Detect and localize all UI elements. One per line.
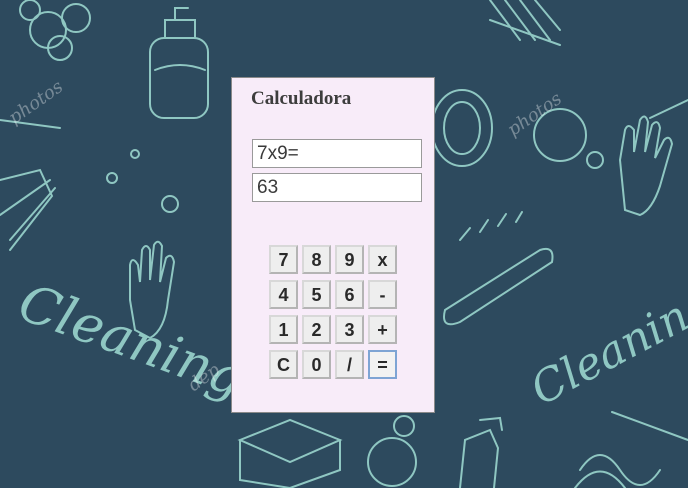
equals-button[interactable]: = xyxy=(368,350,397,379)
watermark: photos xyxy=(5,76,67,128)
calculator-panel: Calculadora 7 8 9 x 4 5 6 - 1 2 3 + C 0 … xyxy=(231,77,435,413)
cleaning-word: Cleaning xyxy=(523,277,688,415)
key-3-button[interactable]: 3 xyxy=(335,315,364,344)
spray-bottle-icon xyxy=(459,416,503,488)
coil-icon xyxy=(574,454,661,488)
multiply-button[interactable]: x xyxy=(368,245,397,274)
keypad: 7 8 9 x 4 5 6 - 1 2 3 + C 0 / = xyxy=(269,245,397,379)
cleaning-word: Cleaning xyxy=(11,273,252,410)
key-7-button[interactable]: 7 xyxy=(269,245,298,274)
mop-stick-icon xyxy=(611,411,688,441)
stick-icon xyxy=(649,99,688,119)
key-5-button[interactable]: 5 xyxy=(302,280,331,309)
key-6-button[interactable]: 6 xyxy=(335,280,364,309)
result-field[interactable] xyxy=(252,173,422,202)
sponge-icon xyxy=(237,418,343,488)
key-1-button[interactable]: 1 xyxy=(269,315,298,344)
broom-icon xyxy=(0,119,61,251)
subtract-button[interactable]: - xyxy=(368,280,397,309)
calculator-title: Calculadora xyxy=(251,88,352,109)
key-4-button[interactable]: 4 xyxy=(269,280,298,309)
add-button[interactable]: + xyxy=(368,315,397,344)
key-8-button[interactable]: 8 xyxy=(302,245,331,274)
key-2-button[interactable]: 2 xyxy=(302,315,331,344)
expression-field[interactable] xyxy=(252,139,422,168)
scrub-brush-icon xyxy=(443,211,554,326)
divide-button[interactable]: / xyxy=(335,350,364,379)
key-0-button[interactable]: 0 xyxy=(302,350,331,379)
key-9-button[interactable]: 9 xyxy=(335,245,364,274)
brush-icon xyxy=(489,0,561,46)
clear-button[interactable]: C xyxy=(269,350,298,379)
round-brush-icon xyxy=(431,89,493,167)
soap-bottle-icon xyxy=(149,7,209,119)
